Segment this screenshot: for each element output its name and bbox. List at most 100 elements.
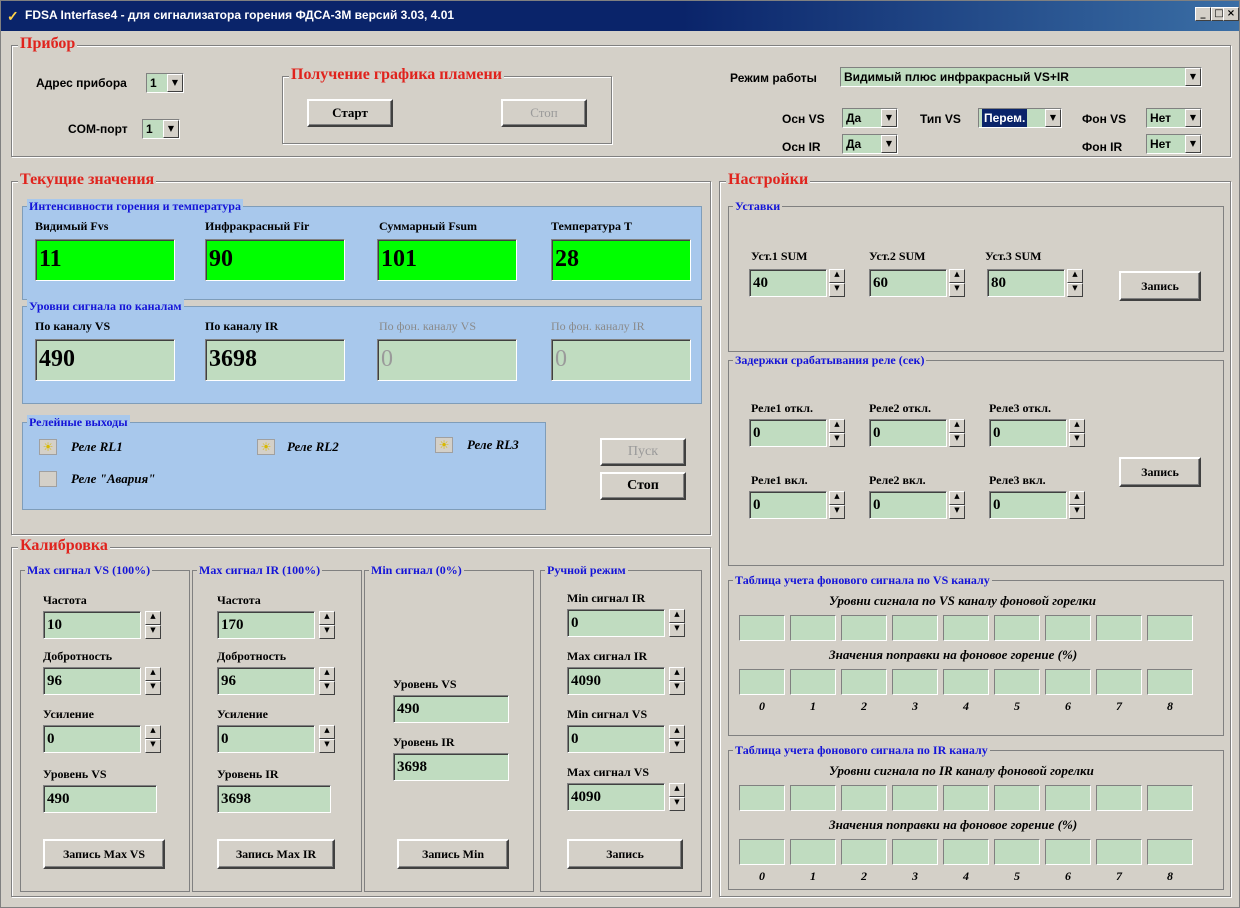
ir-correction-cell[interactable]	[943, 839, 989, 865]
vs-correction-cell[interactable]	[943, 669, 989, 695]
vs-correction-cell[interactable]	[1147, 669, 1193, 695]
vs-freq-input[interactable]: 10	[43, 611, 141, 639]
relay2-off-input[interactable]: 0	[869, 419, 947, 447]
mode-select[interactable]: Видимый плюс инфракрасный VS+IR ▼	[840, 67, 1202, 87]
chevron-down-icon[interactable]: ▼	[163, 120, 179, 138]
ir-level-cell[interactable]	[739, 785, 785, 811]
ir-freq-spinner[interactable]: ▲ ▼	[319, 611, 335, 639]
ir-level-cell[interactable]	[1045, 785, 1091, 811]
osn-ir-select[interactable]: Да ▼	[842, 134, 898, 154]
relay3-off-input[interactable]: 0	[989, 419, 1067, 447]
ir-q-input[interactable]: 96	[217, 667, 315, 695]
setpoint-1-spinner[interactable]: ▲ ▼	[829, 269, 845, 297]
ir-level-cell[interactable]	[841, 785, 887, 811]
vs-freq-spinner[interactable]: ▲ ▼	[145, 611, 161, 639]
vs-correction-cell[interactable]	[1045, 669, 1091, 695]
ir-q-spinner[interactable]: ▲ ▼	[319, 667, 335, 695]
setpoint-2-spinner[interactable]: ▲ ▼	[949, 269, 965, 297]
write-min-button[interactable]: Запись Min	[397, 839, 509, 869]
vs-correction-cell[interactable]	[1096, 669, 1142, 695]
address-select[interactable]: 1 ▼	[146, 73, 184, 93]
manual-max-vs-input[interactable]: 4090	[567, 783, 665, 811]
relay1-on-spinner[interactable]: ▲ ▼	[829, 491, 845, 519]
relay2-off-spinner[interactable]: ▲ ▼	[949, 419, 965, 447]
ir-correction-cell[interactable]	[790, 839, 836, 865]
vs-gain-spinner[interactable]: ▲ ▼	[145, 725, 161, 753]
ir-gain-input[interactable]: 0	[217, 725, 315, 753]
chevron-down-icon[interactable]: ▼	[881, 135, 897, 153]
manual-max-ir-spinner[interactable]: ▲ ▼	[669, 667, 685, 695]
vs-correction-cell[interactable]	[841, 669, 887, 695]
vs-gain-input[interactable]: 0	[43, 725, 141, 753]
write-manual-button[interactable]: Запись	[567, 839, 683, 869]
chevron-down-icon[interactable]: ▼	[1185, 109, 1201, 127]
vs-level-cell[interactable]	[943, 615, 989, 641]
ir-correction-cell[interactable]	[994, 839, 1040, 865]
ir-correction-cell[interactable]	[1147, 839, 1193, 865]
ir-correction-cell[interactable]	[1096, 839, 1142, 865]
ir-correction-cell[interactable]	[841, 839, 887, 865]
ir-gain-spinner[interactable]: ▲ ▼	[319, 725, 335, 753]
vs-level-cell[interactable]	[841, 615, 887, 641]
start-button[interactable]: Пуск	[600, 438, 686, 466]
vs-q-spinner[interactable]: ▲ ▼	[145, 667, 161, 695]
vs-level-cell[interactable]	[1096, 615, 1142, 641]
vs-level-cell[interactable]	[739, 615, 785, 641]
manual-min-ir-input[interactable]: 0	[567, 609, 665, 637]
setpoint-3-spinner[interactable]: ▲ ▼	[1067, 269, 1083, 297]
fon-ir-select[interactable]: Нет ▼	[1146, 134, 1202, 154]
vs-level-cell[interactable]	[1045, 615, 1091, 641]
title-bar[interactable]: ✓ FDSA Interfase4 - для сигнализатора го…	[1, 1, 1239, 31]
ir-correction-cell[interactable]	[892, 839, 938, 865]
vs-q-input[interactable]: 96	[43, 667, 141, 695]
osn-vs-select[interactable]: Да ▼	[842, 108, 898, 128]
write-max-vs-button[interactable]: Запись Max VS	[43, 839, 165, 869]
ir-freq-input[interactable]: 170	[217, 611, 315, 639]
setpoint-2-input[interactable]: 60	[869, 269, 947, 297]
relay2-on-input[interactable]: 0	[869, 491, 947, 519]
chevron-down-icon[interactable]: ▼	[1045, 109, 1061, 127]
fon-vs-select[interactable]: Нет ▼	[1146, 108, 1202, 128]
com-port-select[interactable]: 1 ▼	[142, 119, 180, 139]
chevron-down-icon[interactable]: ▼	[1185, 135, 1201, 153]
write-max-ir-button[interactable]: Запись Max IR	[217, 839, 335, 869]
stop-button[interactable]: Стоп	[600, 472, 686, 500]
chevron-down-icon[interactable]: ▼	[1185, 68, 1201, 86]
vs-level-cell[interactable]	[790, 615, 836, 641]
manual-max-vs-spinner[interactable]: ▲ ▼	[669, 783, 685, 811]
relay1-off-input[interactable]: 0	[749, 419, 827, 447]
ir-level-cell[interactable]	[1096, 785, 1142, 811]
manual-min-vs-input[interactable]: 0	[567, 725, 665, 753]
relay3-on-input[interactable]: 0	[989, 491, 1067, 519]
ir-level-cell[interactable]	[943, 785, 989, 811]
minimize-button[interactable]: _	[1195, 7, 1211, 21]
setpoint-3-input[interactable]: 80	[987, 269, 1065, 297]
manual-max-ir-input[interactable]: 4090	[567, 667, 665, 695]
vs-correction-cell[interactable]	[739, 669, 785, 695]
ir-level-cell[interactable]	[790, 785, 836, 811]
chevron-down-icon[interactable]: ▼	[167, 74, 183, 92]
vs-correction-cell[interactable]	[892, 669, 938, 695]
manual-min-ir-spinner[interactable]: ▲ ▼	[669, 609, 685, 637]
relay3-on-spinner[interactable]: ▲ ▼	[1069, 491, 1085, 519]
vs-level-cell[interactable]	[892, 615, 938, 641]
relay1-off-spinner[interactable]: ▲ ▼	[829, 419, 845, 447]
vs-correction-cell[interactable]	[994, 669, 1040, 695]
relay1-on-input[interactable]: 0	[749, 491, 827, 519]
write-delays-button[interactable]: Запись	[1119, 457, 1201, 487]
relay2-on-spinner[interactable]: ▲ ▼	[949, 491, 965, 519]
ir-correction-cell[interactable]	[1045, 839, 1091, 865]
vs-level-cell[interactable]	[1147, 615, 1193, 641]
ir-correction-cell[interactable]	[739, 839, 785, 865]
ir-level-cell[interactable]	[994, 785, 1040, 811]
chevron-down-icon[interactable]: ▼	[881, 109, 897, 127]
stop-graph-button[interactable]: Стоп	[501, 99, 587, 127]
manual-min-vs-spinner[interactable]: ▲ ▼	[669, 725, 685, 753]
tip-vs-select[interactable]: Перем. ▼	[978, 108, 1062, 128]
vs-correction-cell[interactable]	[790, 669, 836, 695]
close-button[interactable]: ×	[1223, 7, 1239, 21]
ir-level-cell[interactable]	[1147, 785, 1193, 811]
vs-level-cell[interactable]	[994, 615, 1040, 641]
write-setpoints-button[interactable]: Запись	[1119, 271, 1201, 301]
ir-level-cell[interactable]	[892, 785, 938, 811]
